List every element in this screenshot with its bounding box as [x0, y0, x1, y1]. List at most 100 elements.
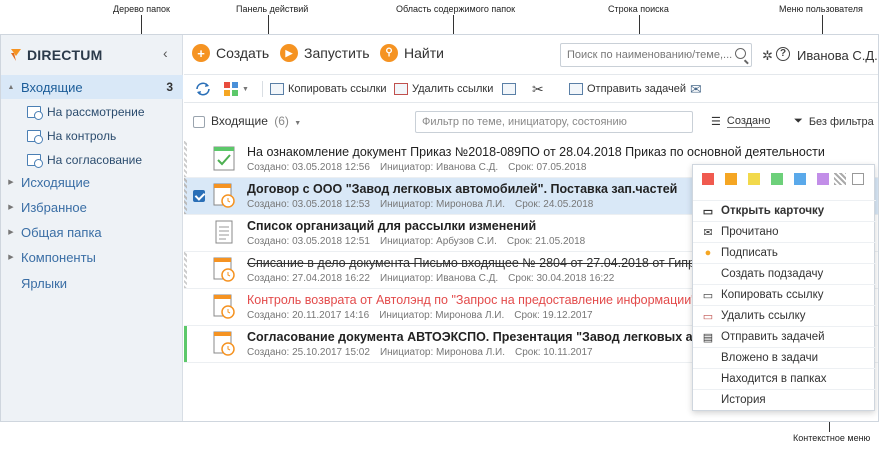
sidebar-item-shortcuts[interactable]: Ярлыки — [1, 271, 183, 295]
menu-item-history[interactable]: История — [693, 389, 876, 410]
filter-button[interactable]: ⏷ Без фильтра — [794, 115, 874, 128]
folder-count: (6) — [274, 114, 289, 128]
search-icon[interactable] — [735, 48, 746, 59]
color-swatch-green[interactable] — [771, 173, 783, 185]
row-deadline: Срок: 10.11.2017 — [515, 347, 593, 358]
expanded-caret-icon[interactable]: ▲ — [5, 84, 17, 91]
sidebar-item-inbox[interactable]: ▲ Входящие 3 — [1, 75, 183, 99]
refresh-button[interactable] — [194, 80, 212, 98]
sidebar-subitem-label: На согласование — [47, 153, 142, 167]
menu-item-copy-link[interactable]: ▭ Копировать ссылку — [693, 284, 876, 305]
user-menu[interactable]: Иванова С.Д. — [797, 48, 878, 63]
sidebar-subitem-label: На рассмотрение — [47, 105, 145, 119]
menu-item-open-card[interactable]: ▭ Открыть карточку — [693, 200, 876, 221]
row-created: Создано: 27.04.2018 16:22 — [247, 273, 370, 284]
row-title: На ознакомление документ Приказ №2018-08… — [247, 145, 825, 159]
color-swatch-red[interactable] — [702, 173, 714, 185]
collapsed-caret-icon[interactable]: ▶ — [5, 178, 17, 186]
mail-button[interactable]: ✉ — [690, 80, 702, 98]
view-mode-button[interactable]: ▼ — [224, 80, 249, 98]
row-created: Создано: 20.11.2017 14:16 — [247, 310, 370, 321]
menu-item-in-folders[interactable]: Находится в папках — [693, 368, 876, 389]
row-title: Контроль возврата от Автолэнд по "Запрос… — [247, 293, 696, 307]
menu-item-create-subtask[interactable]: Создать подзадачу — [693, 263, 876, 284]
sidebar-item-components[interactable]: ▶ Компоненты — [1, 245, 183, 269]
collapsed-caret-icon[interactable]: ▶ — [5, 203, 17, 211]
annotation-content: Область содержимого папок — [396, 4, 516, 14]
folder-search-icon — [27, 106, 43, 120]
delete-link-icon — [394, 83, 408, 95]
status-strip — [184, 141, 187, 177]
find-button[interactable]: ⚲ Найти — [380, 44, 444, 62]
bug-icon[interactable]: ✲ — [762, 48, 773, 64]
menu-item-sign[interactable]: ● Подписать — [693, 242, 876, 263]
menu-item-send-task[interactable]: ▤ Отправить задачей — [693, 326, 876, 347]
sidebar-subitem-label: На контроль — [47, 129, 117, 143]
collapsed-caret-icon[interactable]: ▶ — [5, 253, 17, 261]
annotation-user: Меню пользователя — [779, 4, 863, 14]
menu-item-attached-in-tasks[interactable]: Вложено в задачи — [693, 347, 876, 368]
row-initiator: Инициатор: Миронова Л.И. — [379, 199, 506, 210]
divider — [262, 81, 263, 97]
help-icon[interactable]: ? — [776, 47, 790, 61]
menu-item-label: Подписать — [721, 247, 778, 259]
select-all-checkbox[interactable] — [193, 116, 205, 128]
folder-name: Входящие — [211, 114, 268, 128]
filter-input[interactable]: Фильтр по теме, инициатору, состоянию — [415, 111, 693, 133]
task-clock-icon — [213, 294, 235, 319]
row-deadline: Срок: 21.05.2018 — [506, 236, 586, 247]
sort-label: Создано — [726, 115, 771, 128]
row-initiator: Инициатор: Арбузов С.И. — [379, 236, 497, 247]
copy-link-icon: ▭ — [702, 289, 714, 302]
color-swatch-blue[interactable] — [794, 173, 806, 185]
folder-clock-icon — [27, 154, 43, 168]
menu-item-label: История — [721, 394, 766, 406]
copy-links-button[interactable]: Копировать ссылки — [270, 80, 387, 98]
cut-button[interactable]: ✂ — [532, 80, 544, 98]
folder-selector[interactable]: Входящие (6) ▼ — [211, 114, 301, 128]
export-button[interactable] — [502, 80, 516, 98]
row-title: Список организаций для рассылки изменени… — [247, 219, 537, 233]
start-label: Запустить — [304, 45, 370, 61]
annotation-actions: Панель действий — [236, 4, 309, 14]
sidebar-subitem-review[interactable]: На рассмотрение — [27, 101, 145, 123]
color-swatch-purple[interactable] — [817, 173, 829, 185]
menu-item-label: Находится в папках — [721, 373, 827, 385]
sidebar-item-outbox[interactable]: ▶ Исходящие — [1, 170, 183, 194]
sidebar-item-label: Избранное — [21, 199, 87, 215]
row-checkbox[interactable] — [193, 190, 205, 202]
color-swatch-yellow[interactable] — [748, 173, 760, 185]
sidebar-subitem-approval[interactable]: На согласование — [27, 149, 142, 171]
menu-item-read[interactable]: ✉ Прочитано — [693, 221, 876, 242]
start-button[interactable]: ▶ Запустить — [280, 44, 370, 62]
send-task-icon: ▤ — [702, 331, 714, 344]
create-button[interactable]: + Создать — [192, 44, 269, 62]
refresh-icon — [196, 82, 210, 96]
copy-links-label: Копировать ссылки — [288, 83, 387, 95]
annotation-context: Контекстное меню — [793, 433, 871, 443]
row-deadline: Срок: 19.12.2017 — [514, 310, 593, 321]
search-input[interactable]: Поиск по наименованию/теме,... — [560, 43, 752, 67]
sidebar-item-shared[interactable]: ▶ Общая папка — [1, 220, 183, 244]
play-icon: ▶ — [280, 44, 298, 62]
menu-item-delete-link[interactable]: ▭ Удалить ссылку — [693, 305, 876, 326]
row-title: Договор с ООО "Завод легковых автомобиле… — [247, 182, 678, 196]
sort-button[interactable]: ☰ Создано — [711, 115, 771, 128]
color-swatch-orange[interactable] — [725, 173, 737, 185]
color-swatch-striped[interactable] — [834, 173, 846, 185]
send-task-button[interactable]: Отправить задачей — [569, 80, 686, 98]
clear-color-swatch[interactable] — [852, 173, 864, 185]
collapsed-caret-icon[interactable]: ▶ — [5, 228, 17, 236]
collapse-sidebar-button[interactable]: ‹ — [163, 45, 168, 61]
row-meta: Создано: 03.05.2018 12:53 Инициатор: Миро… — [247, 199, 603, 210]
delete-links-label: Удалить ссылки — [412, 83, 494, 95]
delete-links-button[interactable]: Удалить ссылки — [394, 80, 493, 98]
logo-text: DIRECTUM — [27, 47, 103, 63]
row-initiator: Инициатор: Миронова Л.И. — [379, 310, 505, 321]
menu-item-label: Прочитано — [721, 226, 779, 238]
sidebar-item-favorites[interactable]: ▶ Избранное — [1, 195, 183, 219]
sidebar-subitem-control[interactable]: На контроль — [27, 125, 116, 147]
